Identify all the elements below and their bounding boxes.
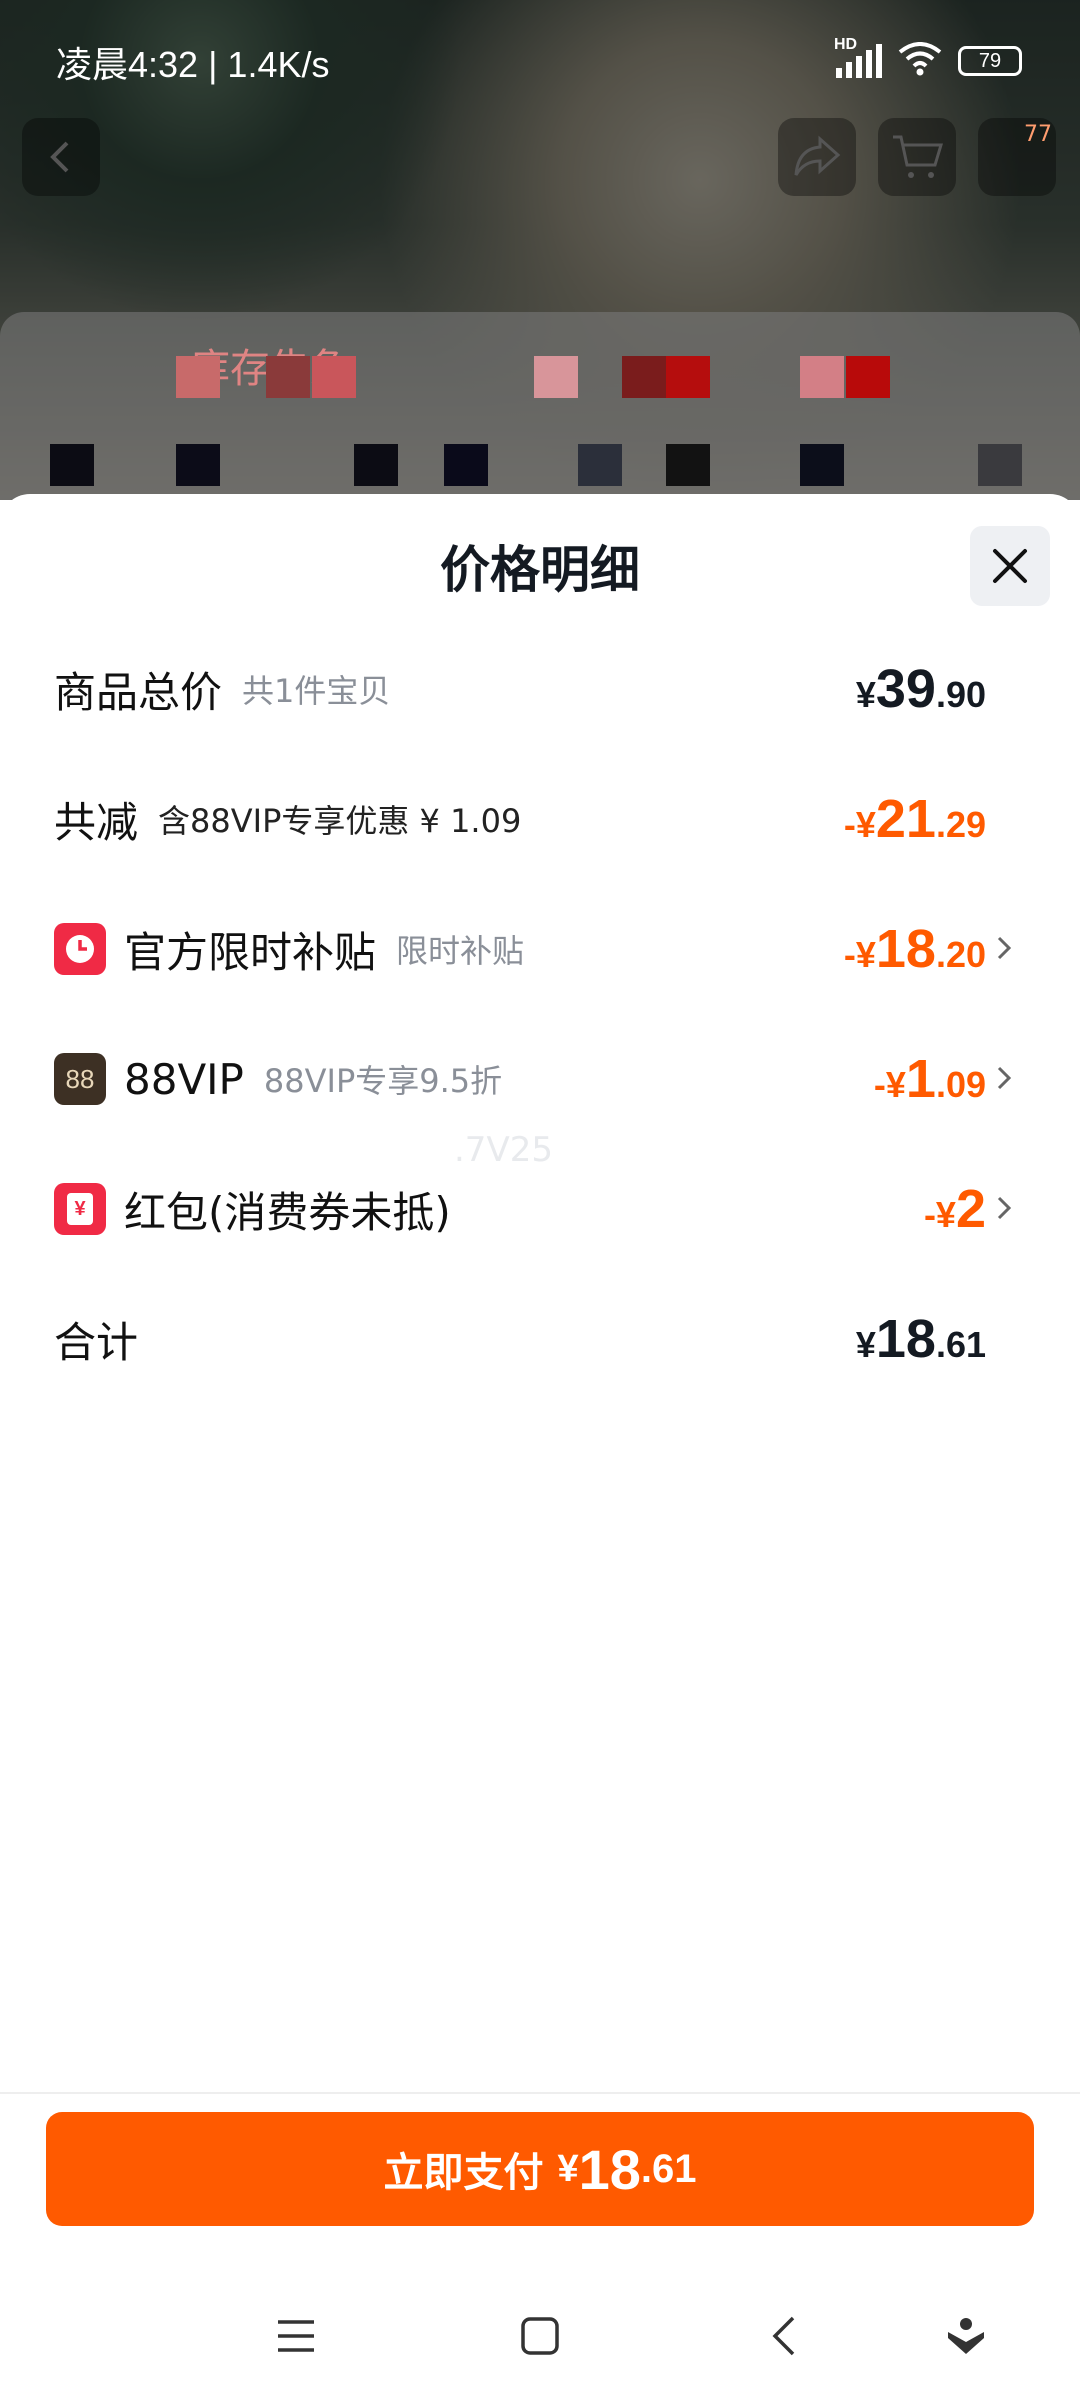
clock-icon [54,923,106,975]
row-total-discount: 共减 含88VIP专享优惠 ¥ 1.09 -¥ 21 .29 [0,774,1080,864]
system-nav-bar [0,2268,1080,2400]
wifi-icon [898,42,942,80]
row-label: 共减 [54,797,139,847]
hd-label: HD [834,36,858,53]
row-sub: 88VIP专享9.5折 [263,1062,503,1100]
close-icon [993,549,1027,583]
home-button[interactable] [512,2308,568,2364]
pay-label: 立即支付 [383,2150,544,2196]
close-button[interactable] [970,526,1050,606]
sheet-title: 价格明细 [440,541,640,599]
row-label: 官方限时补贴 [124,927,377,977]
row-label: 88VIP [124,1054,244,1104]
bottom-divider [0,2092,1080,2094]
chevron-right-icon [997,1066,1012,1090]
price-yen: -¥ [873,1064,906,1105]
row-88vip[interactable]: 88 88VIP 88VIP专享9.5折 -¥ 1 .09 [0,1034,1080,1124]
row-value: -¥ 21 .29 [844,774,986,864]
price-dec: .29 [935,804,986,845]
menu-icon [278,2320,314,2352]
price-int: 2 [955,1179,986,1239]
row-official-subsidy[interactable]: 官方限时补贴 限时补贴 -¥ 18 .20 [0,904,1080,994]
price-int: 1 [905,1049,936,1109]
price-yen: -¥ [923,1194,956,1235]
row-total-price: 商品总价 共1件宝贝 ¥ 39 .90 [0,644,1080,734]
row-label: 商品总价 [54,667,223,717]
row-value: -¥ 2 [924,1164,986,1254]
cart-badge: 77 [1024,122,1052,147]
pay-yen: ¥ [557,2147,579,2190]
pay-now-button[interactable]: 立即支付 ¥ 18 .61 [46,2112,1034,2226]
row-sub: 含88VIP专享优惠 ¥ 1.09 [158,802,522,840]
chevron-right-icon [997,1196,1012,1220]
row-value: ¥ 39 .90 [856,644,986,734]
price-yen: ¥ [855,674,876,715]
back-arrow-icon [50,141,69,173]
row-sub: 共1件宝贝 [242,672,391,710]
share-button[interactable] [778,118,856,196]
status-bar: 凌晨4:32 | 1.4K/s HD 79 [0,0,1080,100]
more-button[interactable]: 77 [978,118,1056,196]
price-yen: ¥ [855,1324,876,1365]
status-icons: HD 79 [834,36,1022,80]
price-dec: .90 [935,674,986,715]
pay-dec: .61 [640,2146,697,2191]
price-dec: .09 [935,1064,986,1105]
vip-badge-icon: 88 [54,1053,106,1105]
red-packet-yen: ¥ [67,1193,93,1225]
row-grand-total: 合计 ¥ 18 .61 [0,1294,1080,1384]
nav-back-icon [772,2316,795,2356]
row-red-packet[interactable]: ¥ 红包(消费券未抵) -¥ 2 [0,1164,1080,1254]
row-label: 红包(消费券未抵) [124,1187,451,1237]
row-value: -¥ 1 .09 [874,1034,986,1124]
cart-icon [893,135,943,178]
share-icon [794,135,841,176]
price-int: 21 [875,789,936,849]
signal-icon: HD [834,36,882,78]
menu-button[interactable] [268,2308,324,2364]
row-sub: 限时补贴 [396,932,525,970]
chevron-right-icon [997,936,1012,960]
price-int: 18 [875,1309,936,1369]
price-int: 39 [875,659,936,719]
nav-back-button[interactable] [756,2308,812,2364]
battery-icon: 79 [958,46,1022,76]
background-thumbnails [0,356,1080,486]
row-label: 合计 [54,1317,139,1367]
price-yen: -¥ [843,804,876,845]
red-packet-icon: ¥ [54,1183,106,1235]
price-int: 18 [875,919,936,979]
assistant-icon [948,2318,984,2354]
price-yen: -¥ [843,934,876,975]
status-time: 凌晨4:32 | 1.4K/s [56,44,330,85]
row-value: ¥ 18 .61 [856,1294,986,1384]
row-value: -¥ 18 .20 [844,904,986,994]
home-icon [521,2317,559,2355]
price-dec: .61 [935,1324,986,1365]
price-dec: .20 [935,934,986,975]
assistant-button[interactable] [938,2308,994,2364]
cart-button[interactable] [878,118,956,196]
back-button[interactable] [22,118,100,196]
pay-int: 18 [578,2137,641,2201]
